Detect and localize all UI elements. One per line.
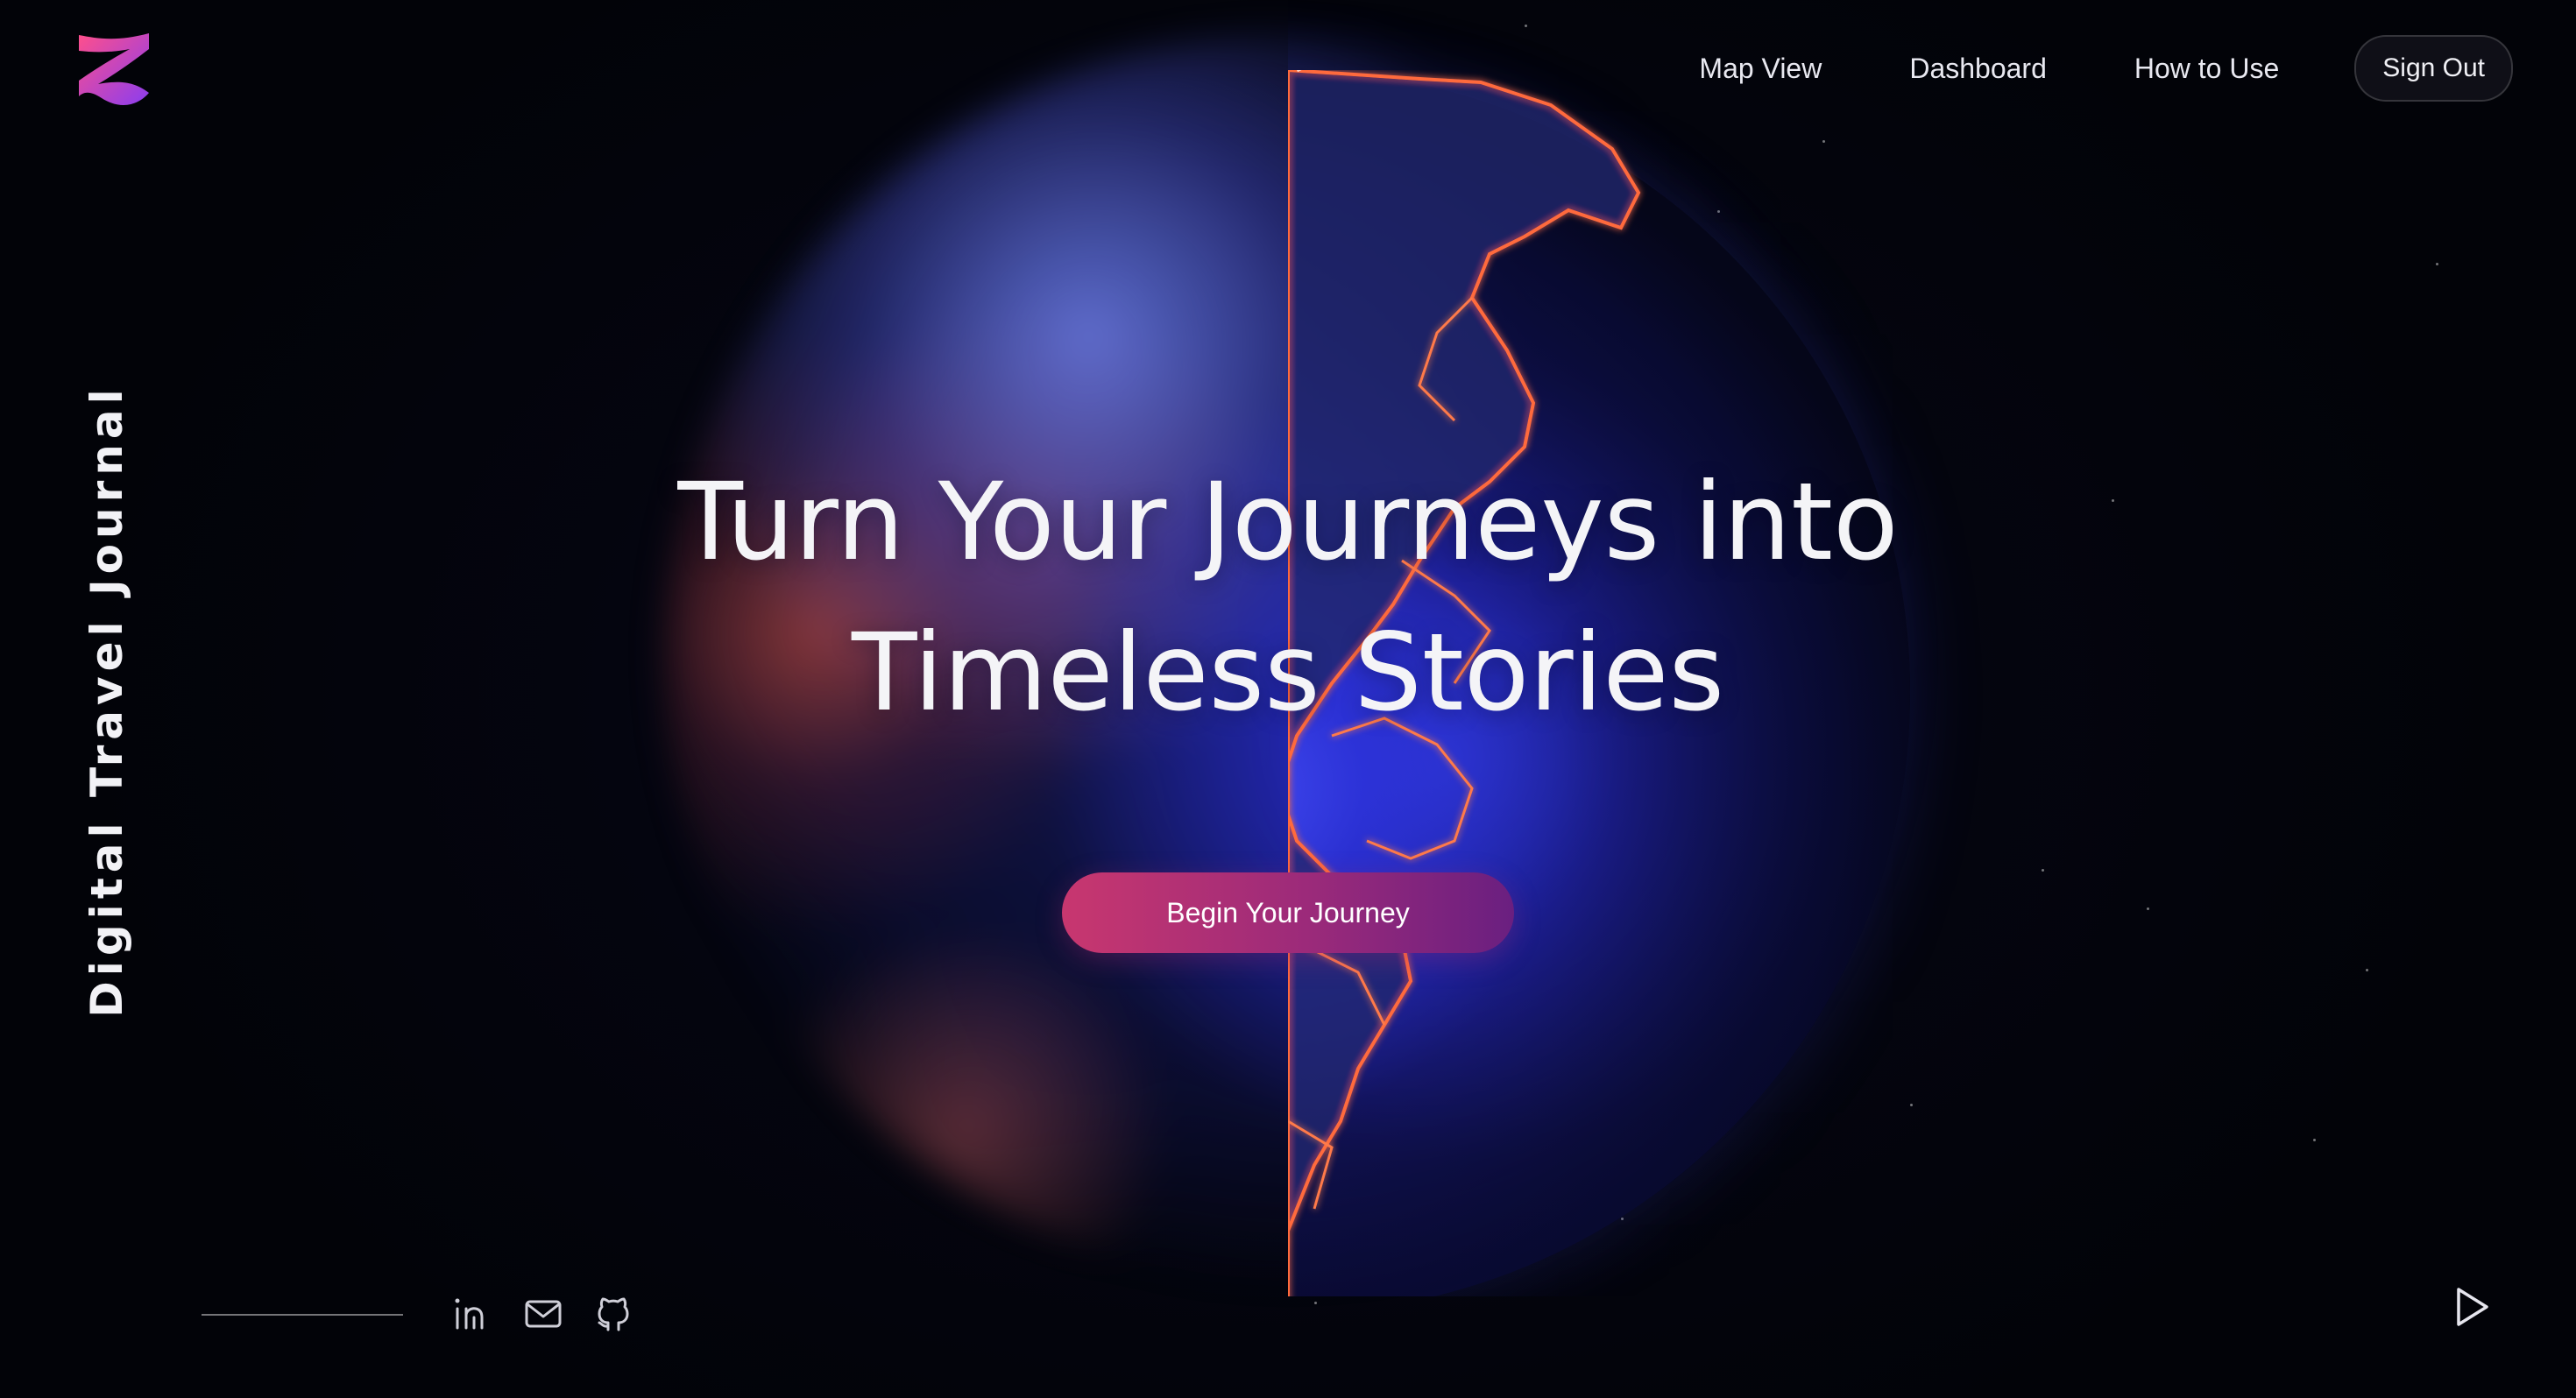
footer-divider: [202, 1314, 403, 1316]
hero-title-line-1: Turn Your Journeys into: [677, 460, 1899, 584]
linkedin-icon[interactable]: [450, 1293, 492, 1335]
nav-how-to-use[interactable]: How to Use: [2134, 53, 2279, 85]
hero-heading: Turn Your Journeys into Timeless Stories: [0, 447, 2576, 748]
nav-dashboard[interactable]: Dashboard: [1909, 53, 2047, 85]
begin-journey-button[interactable]: Begin Your Journey: [1062, 872, 1514, 953]
nav-map-view[interactable]: Map View: [1699, 53, 1822, 85]
top-navigation: Map View Dashboard How to Use Sign Out: [1699, 35, 2513, 102]
hero-title-line-2: Timeless Stories: [851, 611, 1724, 735]
sign-out-button[interactable]: Sign Out: [2354, 35, 2513, 102]
play-icon[interactable]: [2446, 1282, 2495, 1331]
github-icon[interactable]: [592, 1293, 634, 1335]
mail-icon[interactable]: [522, 1293, 564, 1335]
brand-logo-icon[interactable]: [72, 30, 156, 109]
landing-page: Map View Dashboard How to Use Sign Out D…: [0, 0, 2576, 1398]
